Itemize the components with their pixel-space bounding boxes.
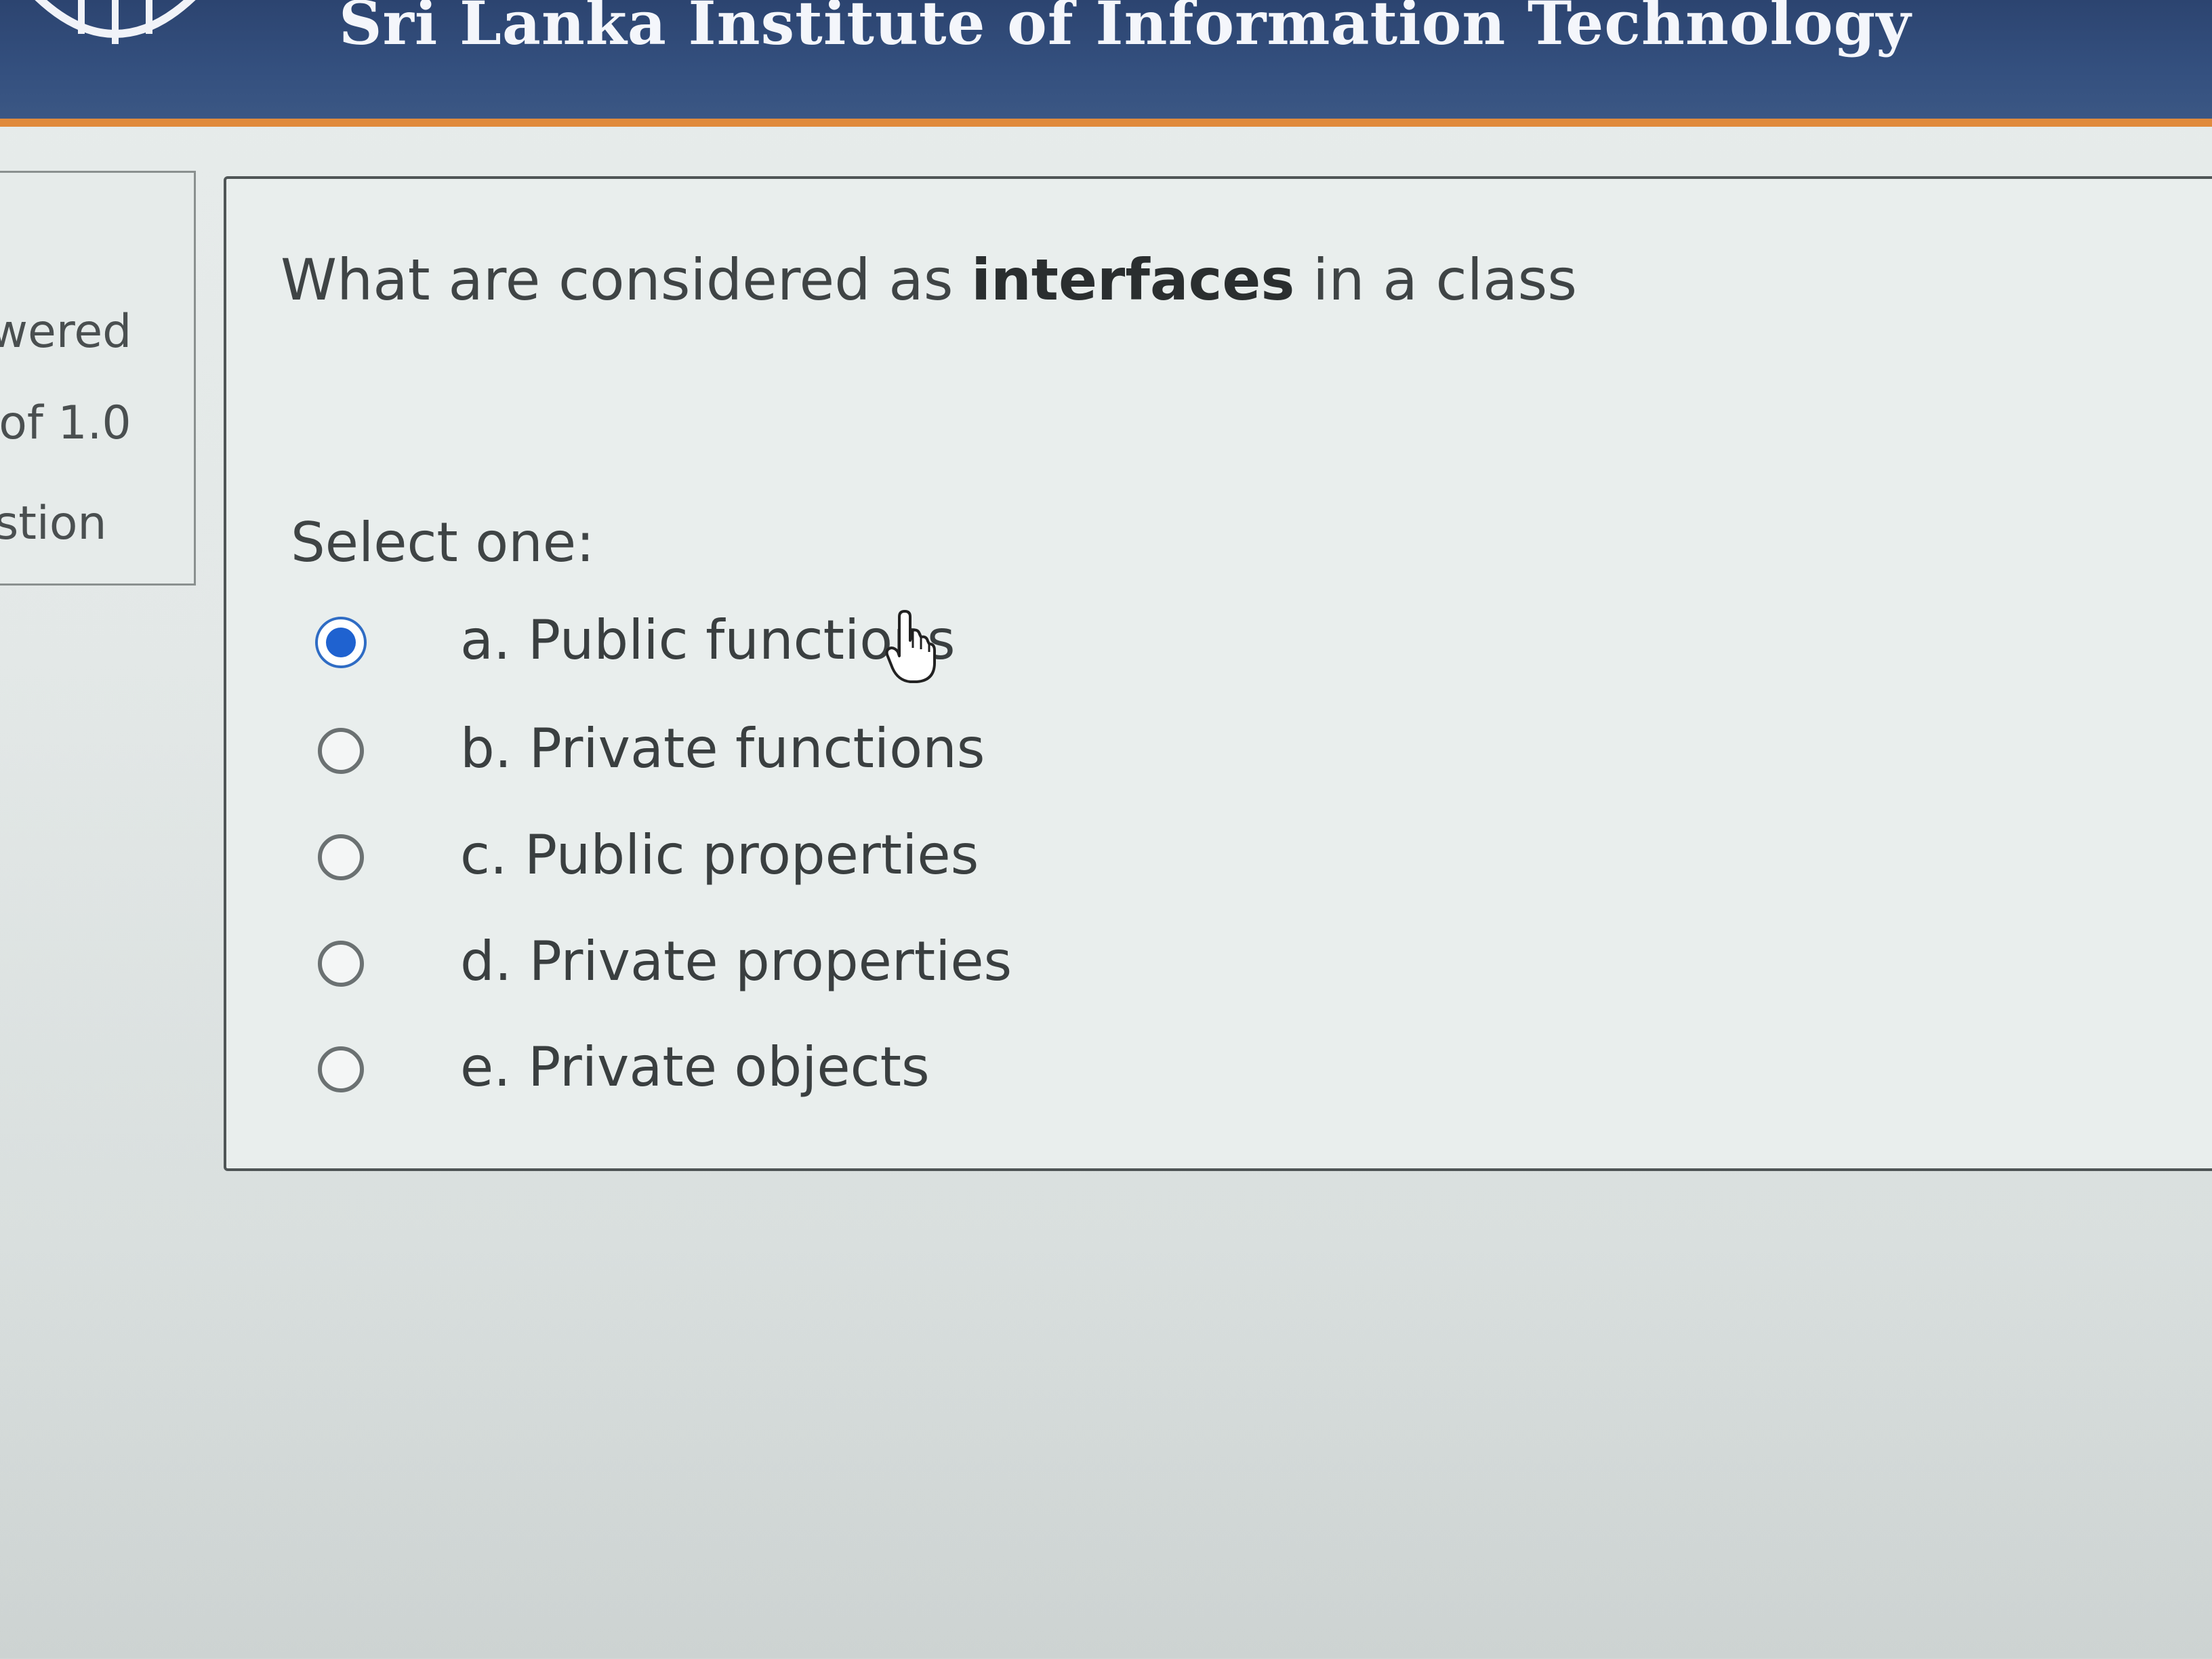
- hand-pointer-icon: [885, 610, 936, 683]
- question-text-prefix: What are considered as: [281, 247, 972, 313]
- answer-option-d[interactable]: d. Private properties: [318, 930, 1334, 1002]
- answer-option-label[interactable]: c. Public properties: [460, 823, 979, 886]
- radio-button[interactable]: [318, 1046, 364, 1092]
- answer-option-e[interactable]: e. Private objects: [318, 1036, 1334, 1107]
- answer-option-label[interactable]: d. Private properties: [460, 930, 1012, 993]
- question-text: What are considered as interfaces in a c…: [281, 247, 1577, 313]
- answer-option-c[interactable]: c. Public properties: [318, 823, 1334, 895]
- radio-button-selected[interactable]: [318, 619, 364, 665]
- answer-option-label[interactable]: b. Private functions: [460, 717, 985, 780]
- radio-button[interactable]: [318, 728, 364, 774]
- question-info-panel: swered t of 1.0 estion: [0, 171, 196, 586]
- question-status: swered: [0, 305, 132, 359]
- question-text-suffix: in a class: [1294, 247, 1578, 313]
- site-header: Sri Lanka Institute of Information Techn…: [0, 0, 2212, 127]
- question-mark: t of 1.0: [0, 396, 131, 450]
- question-text-emphasis: interfaces: [971, 247, 1295, 313]
- radio-dot-icon: [326, 628, 356, 657]
- radio-button[interactable]: [318, 834, 364, 880]
- university-crest-icon: [35, 0, 196, 44]
- site-title: Sri Lanka Institute of Information Techn…: [339, 0, 1912, 58]
- answer-option-b[interactable]: b. Private functions: [318, 717, 1334, 789]
- question-content: What are considered as interfaces in a c…: [224, 176, 2212, 1171]
- radio-button[interactable]: [318, 941, 364, 987]
- flag-question-link[interactable]: estion: [0, 497, 107, 550]
- answer-option-a[interactable]: a. Public functions: [318, 609, 1334, 680]
- answer-option-label[interactable]: a. Public functions: [460, 609, 956, 672]
- select-prompt: Select one:: [291, 511, 595, 574]
- answer-option-label[interactable]: e. Private objects: [460, 1036, 930, 1099]
